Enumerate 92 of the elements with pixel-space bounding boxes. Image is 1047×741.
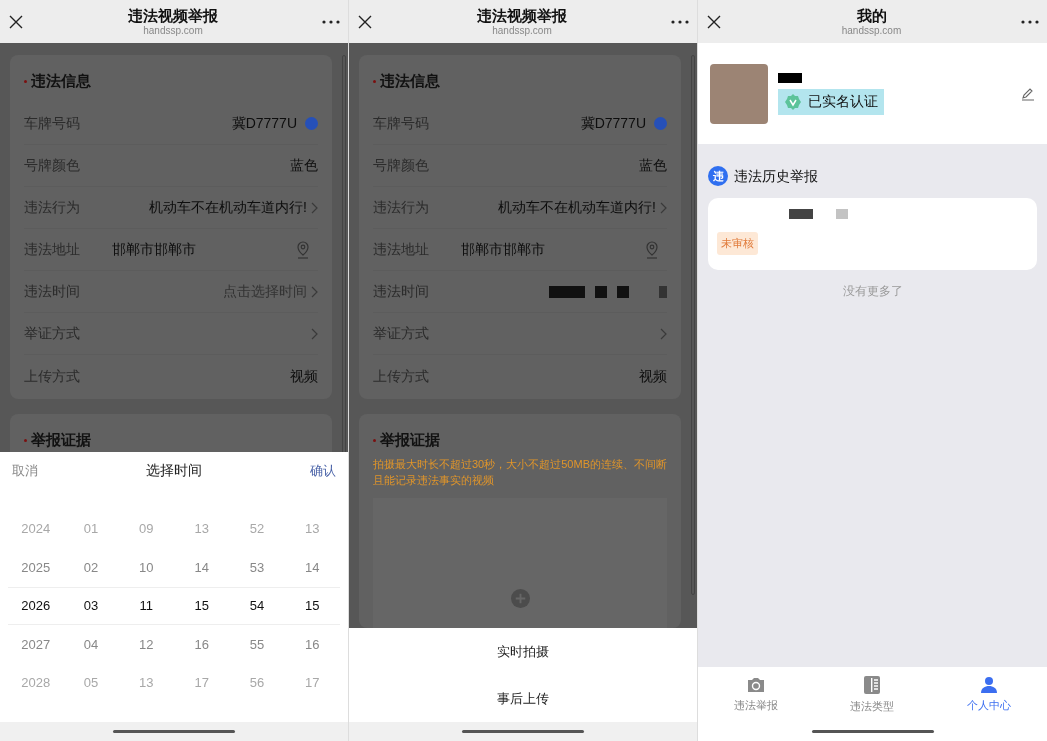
cancel-button[interactable]: 取消 — [12, 460, 38, 481]
section-title: 违法信息 — [380, 70, 440, 91]
required-mark — [373, 79, 376, 83]
location-pin-icon — [645, 240, 659, 259]
report-card[interactable]: 未审核 — [708, 198, 1037, 270]
edit-icon[interactable] — [1021, 86, 1035, 101]
picker-option[interactable]: 2027 — [8, 634, 64, 654]
chevron-right-icon — [311, 285, 318, 298]
picker-option[interactable]: 17 — [174, 673, 230, 693]
section-title: 举报证据 — [380, 429, 440, 450]
close-icon[interactable] — [8, 13, 24, 30]
section-title: 违法历史举报 — [734, 166, 818, 186]
chevron-right-icon — [660, 327, 667, 340]
field-value: 冀D7777U — [580, 114, 646, 133]
page-url: handssp.com — [841, 25, 902, 36]
picker-option[interactable]: 12 — [118, 634, 174, 654]
picker-option[interactable]: 03 — [63, 596, 119, 616]
picker-option[interactable]: 2026 — [8, 596, 64, 616]
picker-option[interactable]: 2024 — [8, 519, 64, 539]
picker-option[interactable]: 13 — [118, 673, 174, 693]
redacted-name — [778, 72, 802, 83]
field-value: 视频 — [639, 366, 667, 386]
picker-option[interactable]: 10 — [118, 557, 174, 577]
picker-option[interactable]: 04 — [63, 634, 119, 654]
redaction-block — [836, 209, 848, 219]
action-sheet-option[interactable]: 实时拍摄 — [349, 628, 697, 675]
confirm-button[interactable]: 确认 — [310, 460, 336, 481]
picker-option[interactable]: 14 — [174, 557, 230, 577]
tab-bar-item[interactable]: 个人中心 — [930, 667, 1047, 722]
verified-badge: 已实名认证 — [778, 88, 884, 115]
camera-icon — [746, 675, 767, 694]
picker-option[interactable]: 13 — [174, 519, 230, 539]
book-icon — [863, 674, 882, 695]
evidence-hint: 拍摄最大时长不超过30秒，大小不超过50MB的连续、不间断且能记录违法事实的视频 — [373, 457, 667, 488]
field-value: 蓝色 — [290, 156, 318, 175]
section-title: 举报证据 — [31, 429, 91, 450]
picker-option[interactable]: 01 — [63, 519, 119, 539]
chevron-right-icon — [311, 327, 318, 340]
required-mark — [24, 438, 27, 442]
person-icon — [979, 675, 998, 694]
picker-title: 选择时间 — [146, 461, 202, 480]
more-icon[interactable] — [1021, 19, 1039, 24]
app-logo: 违 — [708, 166, 728, 186]
status-tag: 未审核 — [717, 232, 758, 255]
chevron-right-icon — [660, 201, 667, 214]
page-url: handssp.com — [143, 25, 203, 36]
more-icon[interactable] — [322, 19, 340, 24]
end-of-list-text: 没有更多了 — [841, 283, 904, 300]
field-value: 冀D7777U — [231, 114, 297, 133]
page-title: 我的 — [856, 7, 887, 23]
picker-option[interactable]: 17 — [284, 673, 340, 693]
picker-option[interactable]: 09 — [118, 519, 174, 539]
picker-option[interactable]: 14 — [284, 557, 340, 577]
location-field[interactable]: 邯郸市邯郸市 — [112, 239, 318, 260]
required-mark — [373, 438, 376, 442]
picker-option[interactable]: 05 — [63, 673, 119, 693]
section-title: 违法信息 — [31, 70, 91, 91]
tab-bar-item[interactable]: 违法举报 — [698, 667, 815, 722]
picker-option[interactable]: 16 — [284, 634, 340, 654]
page-title: 违法视频举报 — [128, 7, 218, 23]
chevron-right-icon — [311, 201, 318, 214]
location-field[interactable]: 邯郸市邯郸市 — [461, 239, 667, 260]
location-pin-icon — [296, 240, 310, 259]
picker-option[interactable]: 11 — [118, 596, 174, 616]
close-icon[interactable] — [706, 13, 722, 30]
avatar-placeholder — [710, 63, 768, 124]
picker-option[interactable]: 2025 — [8, 557, 64, 577]
page-url: handssp.com — [492, 25, 552, 36]
picker-option[interactable]: 52 — [229, 519, 285, 539]
plus-icon — [510, 588, 530, 608]
tab-bar-item[interactable]: 违法类型 — [814, 667, 931, 722]
picker-option[interactable]: 15 — [174, 596, 230, 616]
page-title: 违法视频举报 — [477, 7, 567, 23]
select-field[interactable]: 机动车不在机动车道内行! — [149, 197, 318, 218]
picker-option[interactable]: 13 — [284, 519, 340, 539]
picker-option[interactable]: 02 — [63, 557, 119, 577]
more-icon[interactable] — [671, 19, 689, 24]
field-value: 蓝色 — [639, 156, 667, 175]
field-value: 视频 — [290, 366, 318, 386]
picker-option[interactable]: 2028 — [8, 673, 64, 693]
picker-option[interactable]: 15 — [284, 596, 340, 616]
close-icon[interactable] — [357, 13, 373, 30]
required-mark — [24, 79, 27, 83]
picker-option[interactable]: 16 — [174, 634, 230, 654]
picker-option[interactable]: 55 — [229, 634, 285, 654]
picker-option[interactable]: 56 — [229, 673, 285, 693]
picker-option[interactable]: 54 — [229, 596, 285, 616]
picker-option[interactable]: 53 — [229, 557, 285, 577]
redaction-block — [789, 209, 813, 219]
verified-shield-icon — [784, 92, 802, 111]
action-sheet-option[interactable]: 事后上传 — [349, 675, 697, 722]
select-field[interactable]: 机动车不在机动车道内行! — [498, 197, 667, 218]
